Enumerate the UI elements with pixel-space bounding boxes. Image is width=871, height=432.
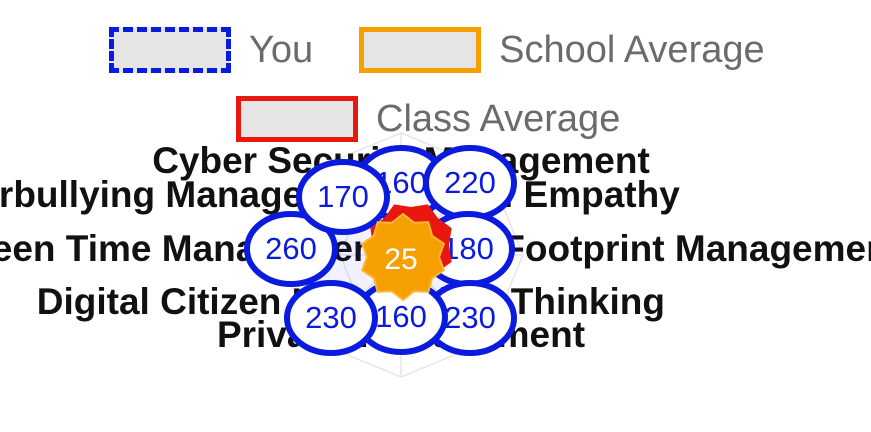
value-label-text: 230 [444,300,496,335]
center-value-label: 25 [384,243,417,276]
value-label-bubble: 220 [423,145,517,221]
value-label-bubble: 230 [284,280,378,356]
value-label-text: 220 [444,165,496,200]
value-label-text: 230 [305,300,357,335]
value-label-text: 260 [265,231,317,266]
radar-chart: Cyber Security ManagementDigital Empathy… [0,132,871,378]
value-label-text: 160 [375,299,427,334]
value-label-text: 170 [317,179,369,214]
value-label-bubble: 170 [296,159,390,235]
